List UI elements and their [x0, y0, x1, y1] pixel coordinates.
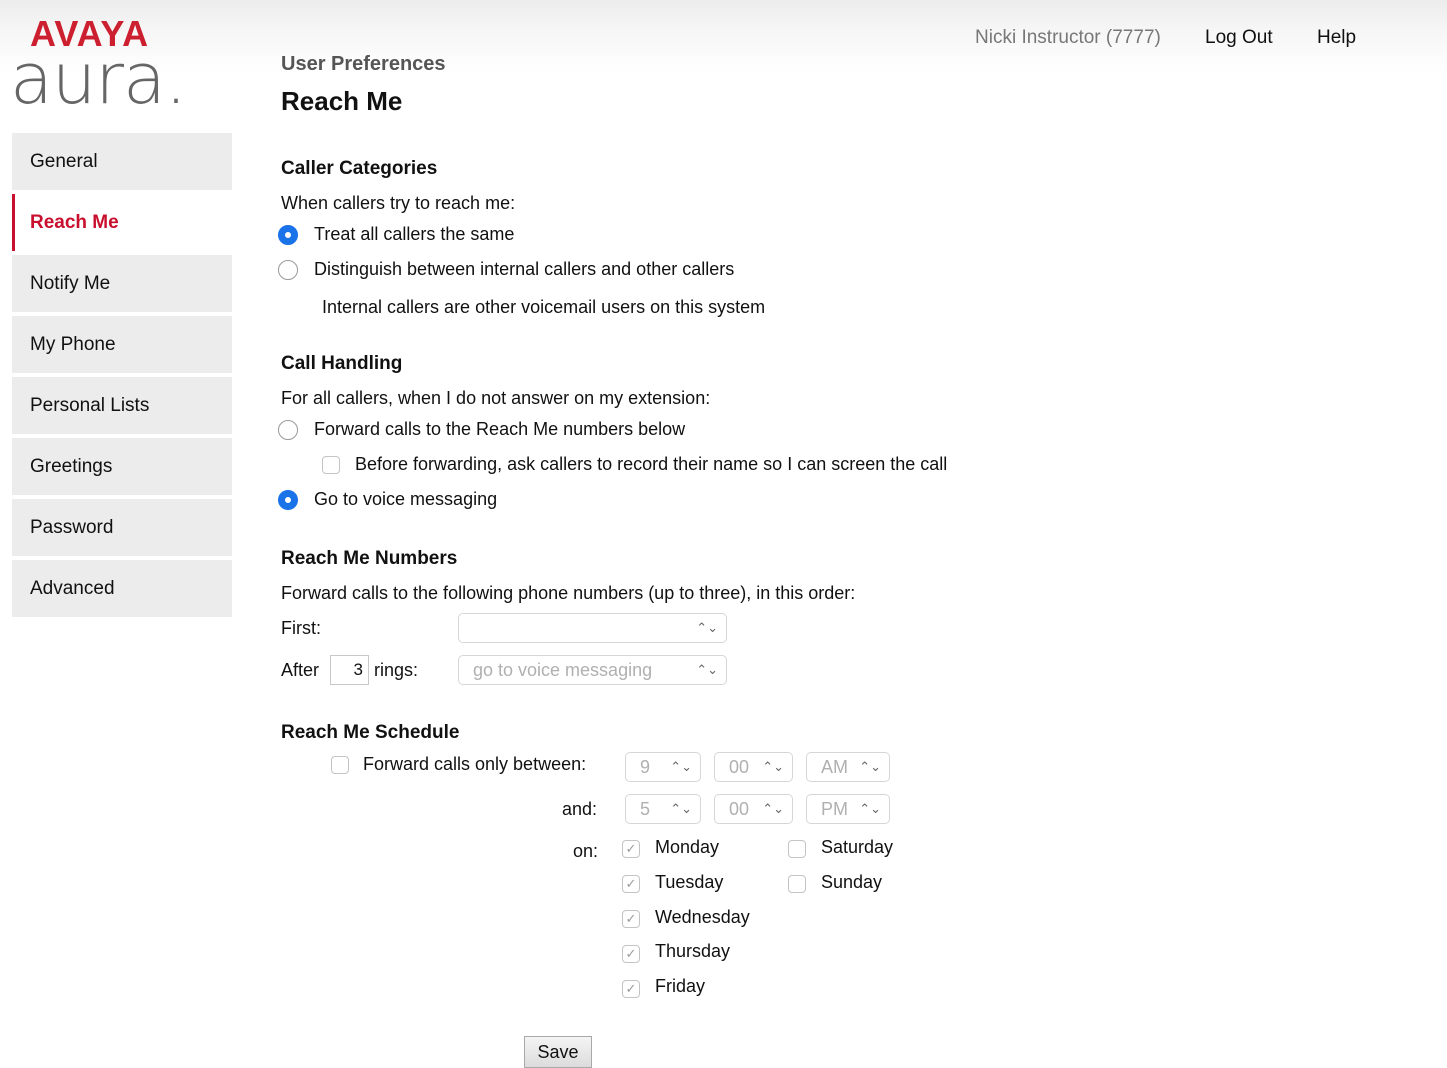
sidebar-item-reach-me[interactable]: Reach Me — [12, 194, 232, 251]
thursday-label: Thursday — [655, 941, 731, 961]
sidebar-item-label: Password — [30, 516, 114, 538]
sidebar-item-my-phone[interactable]: My Phone — [12, 316, 232, 373]
forward-calls-radio[interactable] — [278, 420, 298, 440]
caller-categories-prompt: When callers try to reach me: — [281, 193, 516, 213]
distinguish-radio[interactable] — [278, 260, 298, 280]
sunday-checkbox[interactable] — [788, 875, 806, 893]
start-minute-select[interactable]: 00 ⌃⌄ — [714, 752, 793, 782]
sidebar-item-label: Notify Me — [30, 272, 111, 294]
saturday-checkbox[interactable] — [788, 840, 806, 858]
select-arrows-icon: ⌃⌄ — [670, 759, 692, 774]
saturday-label: Saturday — [821, 837, 894, 857]
start-minute-value: 00 — [729, 757, 750, 777]
aura-logo: aura. — [10, 38, 187, 120]
tuesday-checkbox[interactable]: ✓ — [622, 875, 640, 893]
and-label: and: — [562, 799, 598, 819]
sidebar-item-greetings[interactable]: Greetings — [12, 438, 232, 495]
user-name: Nicki Instructor (7777) — [975, 27, 1161, 48]
page-title: Reach Me — [281, 86, 403, 116]
sunday-label: Sunday — [821, 872, 883, 892]
caller-categories-heading: Caller Categories — [281, 158, 438, 179]
screen-call-label: Before forwarding, ask callers to record… — [355, 454, 948, 474]
sidebar-item-label: Advanced — [30, 577, 115, 599]
treat-same-label: Treat all callers the same — [314, 224, 515, 244]
monday-label: Monday — [655, 837, 720, 857]
voice-messaging-label: Go to voice messaging — [314, 489, 498, 509]
select-arrows-icon: ⌃⌄ — [696, 620, 718, 635]
select-arrows-icon: ⌃⌄ — [762, 801, 784, 816]
select-arrows-icon: ⌃⌄ — [670, 801, 692, 816]
start-hour-value: 9 — [640, 757, 651, 777]
reach-me-schedule-heading: Reach Me Schedule — [281, 722, 460, 743]
select-arrows-icon: ⌃⌄ — [696, 662, 718, 677]
sidebar-item-personal-lists[interactable]: Personal Lists — [12, 377, 232, 434]
sidebar-item-advanced[interactable]: Advanced — [12, 560, 232, 617]
forward-calls-label: Forward calls to the Reach Me numbers be… — [314, 419, 686, 439]
call-handling-prompt: For all callers, when I do not answer on… — [281, 388, 711, 408]
select-arrows-icon: ⌃⌄ — [859, 759, 881, 774]
sidebar-item-password[interactable]: Password — [12, 499, 232, 556]
sidebar-item-label: My Phone — [30, 333, 116, 355]
first-number-select[interactable]: ⌃⌄ — [458, 613, 727, 643]
screen-call-checkbox[interactable] — [322, 456, 340, 474]
logout-link[interactable]: Log Out — [1205, 28, 1273, 48]
select-arrows-icon: ⌃⌄ — [762, 759, 784, 774]
tuesday-label: Tuesday — [655, 872, 724, 892]
rings-label: rings: — [374, 660, 419, 680]
distinguish-label: Distinguish between internal callers and… — [314, 259, 735, 279]
after-rings-value: go to voice messaging — [473, 660, 653, 680]
monday-checkbox[interactable]: ✓ — [622, 840, 640, 858]
start-hour-select[interactable]: 9 ⌃⌄ — [625, 752, 701, 782]
forward-between-checkbox[interactable] — [331, 756, 349, 774]
end-minute-value: 00 — [729, 799, 750, 819]
friday-label: Friday — [655, 976, 706, 996]
reach-me-numbers-prompt: Forward calls to the following phone num… — [281, 583, 856, 603]
save-button[interactable]: Save — [524, 1036, 592, 1068]
sidebar-item-label: General — [30, 150, 98, 172]
internal-callers-note: Internal callers are other voicemail use… — [322, 297, 766, 317]
sidebar: General Reach Me Notify Me My Phone Pers… — [12, 133, 232, 621]
sidebar-item-notify-me[interactable]: Notify Me — [12, 255, 232, 312]
thursday-checkbox[interactable]: ✓ — [622, 945, 640, 963]
first-number-label: First: — [281, 618, 321, 638]
treat-same-radio[interactable] — [278, 225, 298, 245]
help-link[interactable]: Help — [1317, 28, 1356, 48]
after-rings-select[interactable]: go to voice messaging ⌃⌄ — [458, 655, 727, 685]
sidebar-item-general[interactable]: General — [12, 133, 232, 190]
end-hour-value: 5 — [640, 799, 651, 819]
forward-between-label: Forward calls only between: — [363, 754, 587, 774]
wednesday-checkbox[interactable]: ✓ — [622, 910, 640, 928]
rings-input[interactable]: 3 — [330, 655, 369, 685]
sidebar-item-label: Reach Me — [30, 211, 119, 233]
end-ampm-select[interactable]: PM ⌃⌄ — [806, 794, 890, 824]
sidebar-item-label: Personal Lists — [30, 394, 150, 416]
start-ampm-select[interactable]: AM ⌃⌄ — [806, 752, 890, 782]
reach-me-numbers-heading: Reach Me Numbers — [281, 548, 458, 569]
end-ampm-value: PM — [821, 799, 848, 819]
after-label: After — [281, 660, 320, 680]
on-label: on: — [573, 841, 599, 861]
wednesday-label: Wednesday — [655, 907, 750, 927]
sidebar-item-label: Greetings — [30, 455, 113, 477]
end-hour-select[interactable]: 5 ⌃⌄ — [625, 794, 701, 824]
friday-checkbox[interactable]: ✓ — [622, 980, 640, 998]
select-arrows-icon: ⌃⌄ — [859, 801, 881, 816]
breadcrumb: User Preferences — [281, 53, 446, 75]
call-handling-heading: Call Handling — [281, 353, 403, 374]
end-minute-select[interactable]: 00 ⌃⌄ — [714, 794, 793, 824]
voice-messaging-radio[interactable] — [278, 490, 298, 510]
start-ampm-value: AM — [821, 757, 848, 777]
